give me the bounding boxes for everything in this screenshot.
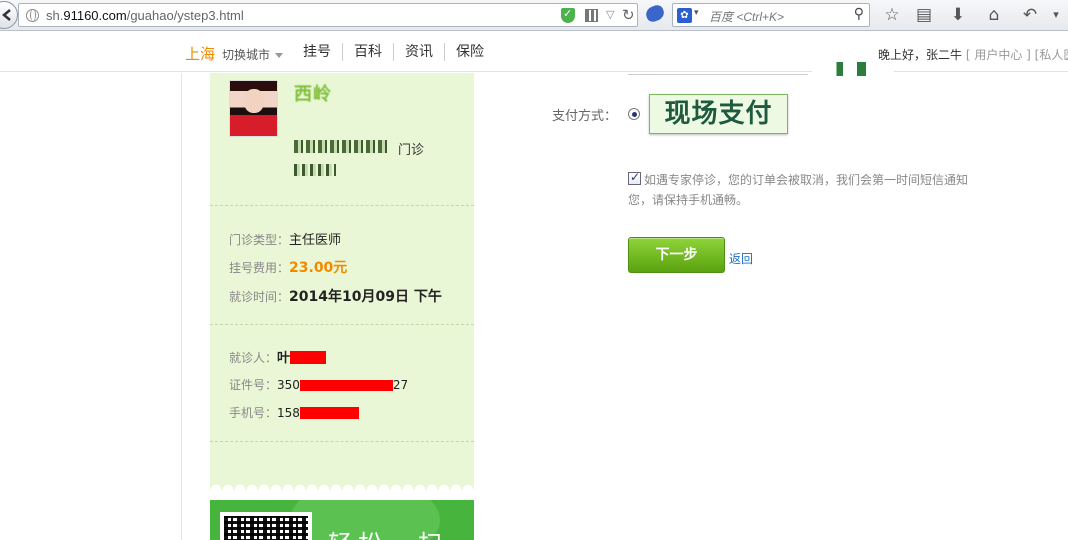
fee-value: 23.00元 <box>289 260 348 276</box>
phone-prefix: 158 <box>277 406 300 420</box>
main-nav: 挂号 百科 资讯 保险 <box>292 43 495 61</box>
fee-label: 挂号费用： <box>229 261 290 275</box>
url-text[interactable]: sh.91160.com/guahao/ystep3.html <box>46 8 244 23</box>
clinic-type-row: 门诊类型：主任医师 <box>229 229 341 248</box>
doctor-photo <box>229 80 278 137</box>
panel-scallop-edge <box>210 478 474 490</box>
clinic-type-label: 门诊类型： <box>229 233 290 247</box>
qr-code-icon[interactable] <box>585 9 598 22</box>
doctor-title-blurred <box>294 164 336 176</box>
address-bar[interactable]: sh.91160.com/guahao/ystep3.html ▽ ↻ <box>18 3 638 27</box>
patient-name-row: 就诊人：叶 <box>229 347 327 366</box>
fish-icon[interactable] <box>643 3 667 24</box>
switch-city-button[interactable]: 切换城市 <box>222 46 283 63</box>
payment-method-label: 支付方式： <box>552 109 618 124</box>
qr-code-image <box>220 512 312 540</box>
user-center-link[interactable]: [ 用户中心 ] <box>966 48 1031 62</box>
city-name: 上海 <box>185 45 216 63</box>
back-link[interactable]: 返回 <box>729 250 753 267</box>
nav-item-guahao[interactable]: 挂号 <box>292 43 342 61</box>
next-step-button[interactable]: 下一步 <box>628 237 725 273</box>
search-input[interactable]: 百度 <Ctrl+K> <box>709 8 784 25</box>
payment-radio[interactable] <box>628 108 640 120</box>
bookmark-star-icon[interactable]: ☆ <box>881 4 903 26</box>
doctor-name: 西岭 <box>294 84 332 105</box>
redaction-bar <box>299 380 393 391</box>
id-number-row: 证件号：350 27 <box>229 376 408 393</box>
id-number-label: 证件号： <box>229 378 278 392</box>
shield-icon[interactable] <box>561 7 575 23</box>
app-download-banner[interactable]: 轻松一扫 <box>210 500 474 540</box>
search-icon[interactable]: ⚲ <box>854 6 864 22</box>
captcha-image[interactable] <box>812 62 894 76</box>
redaction-bar <box>290 351 327 364</box>
patient-name-value: 叶 <box>277 351 291 366</box>
nav-item-baoxian[interactable]: 保险 <box>444 43 495 61</box>
phone-row: 手机号：158 <box>229 404 359 421</box>
visit-time-row: 就诊时间：2014年10月09日 下午 <box>229 286 442 306</box>
id-number-prefix: 350 <box>277 378 300 392</box>
search-bar[interactable]: ✿ ▾ 百度 <Ctrl+K> ⚲ <box>672 3 870 27</box>
divider <box>210 205 474 206</box>
doctor-hospital-blurred <box>294 140 390 153</box>
id-number-suffix: 27 <box>392 378 409 392</box>
divider <box>210 441 474 442</box>
download-icon[interactable]: ⬇ <box>947 4 969 26</box>
reload-icon[interactable]: ↻ <box>622 6 635 24</box>
back-arrow-icon[interactable] <box>0 1 18 29</box>
nav-item-zixun[interactable]: 资讯 <box>393 43 444 61</box>
visit-time-value: 2014年10月09日 下午 <box>289 289 442 305</box>
dropdown-arrow-icon[interactable]: ▽ <box>606 8 614 21</box>
chevron-down-icon[interactable]: ▾ <box>694 8 699 18</box>
undo-icon[interactable]: ↶ <box>1019 4 1041 26</box>
divider <box>210 324 474 325</box>
fee-row: 挂号费用：23.00元 <box>229 257 347 277</box>
site-header: 上海 切换城市 挂号 百科 资讯 保险 晚上好，张二牛 [ 用户中心 ] [私人… <box>0 32 1068 72</box>
home-icon[interactable]: ⌂ <box>983 4 1005 26</box>
pay-on-site-option[interactable]: 现场支付 <box>649 94 788 134</box>
banner-text: 轻松一扫 <box>328 524 448 540</box>
clinic-type-value: 主任医师 <box>289 233 342 248</box>
redaction-bar <box>299 407 359 419</box>
reading-list-icon[interactable]: ▤ <box>913 4 935 26</box>
cancellation-notice: 如遇专家停诊，您的订单会被取消，我们会第一时间短信通知您，请保持手机通畅。 <box>628 173 969 207</box>
browser-toolbar: sh.91160.com/guahao/ystep3.html ▽ ↻ ✿ ▾ … <box>0 0 1068 31</box>
user-greeting: 晚上好，张二牛 [ 用户中心 ] [私人医 <box>878 46 1068 63</box>
baidu-paw-icon[interactable]: ✿ <box>677 8 692 23</box>
menu-dropdown-icon[interactable]: ▾ <box>1045 4 1067 26</box>
visit-time-label: 就诊时间： <box>229 290 290 304</box>
content-divider <box>181 73 182 540</box>
nav-item-baike[interactable]: 百科 <box>342 43 393 61</box>
patient-name-label: 就诊人： <box>229 351 278 365</box>
doctor-department: 门诊 <box>398 143 425 158</box>
verification-input[interactable] <box>628 60 808 75</box>
private-doctor-link[interactable]: [私人医 <box>1035 48 1068 62</box>
phone-label: 手机号： <box>229 406 278 420</box>
globe-icon <box>26 9 39 22</box>
